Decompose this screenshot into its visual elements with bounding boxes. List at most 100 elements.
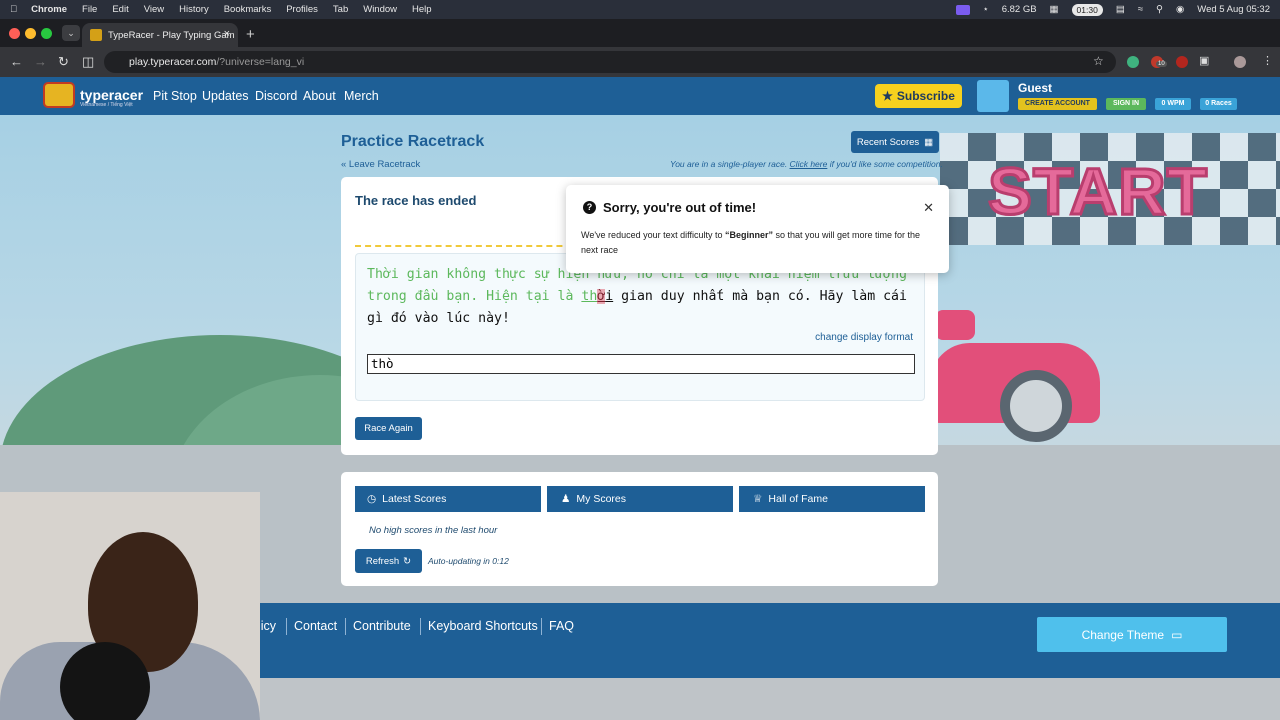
nav-pit-stop[interactable]: Pit Stop [153, 89, 197, 103]
control-center-icon[interactable]: ▤ [1116, 4, 1125, 15]
recent-scores-label: Recent Scores [856, 136, 920, 148]
search-icon[interactable]: ⚲ [1156, 4, 1163, 15]
nav-updates[interactable]: Updates [202, 89, 249, 103]
popup-difficulty: “Beginner” [724, 230, 773, 240]
refresh-label: Refresh [365, 555, 400, 567]
footer-link-contact[interactable]: Contact [294, 619, 337, 633]
screen-record-icon[interactable] [955, 4, 970, 15]
subscribe-label: Subscribe [896, 89, 955, 103]
change-theme-button[interactable]: Change Theme ▭ [1037, 617, 1227, 652]
footer-link-keyboard-shortcuts[interactable]: Keyboard Shortcuts [428, 619, 538, 633]
menu-tab[interactable]: Tab [333, 4, 348, 15]
wpm-badge: 0 WPM [1155, 98, 1191, 110]
change-display-format-link[interactable]: change display format [815, 332, 913, 343]
sidebar-icon[interactable]: ◫ [82, 54, 94, 70]
close-icon[interactable]: ✕ [923, 200, 934, 216]
display-icon[interactable]: ▦ [1050, 4, 1059, 15]
menu-help[interactable]: Help [412, 4, 432, 15]
footer-separator [345, 618, 346, 635]
close-window-icon[interactable] [9, 28, 20, 39]
nav-about[interactable]: About [303, 89, 336, 103]
maximize-window-icon[interactable] [41, 28, 52, 39]
click-here-link[interactable]: Click here [790, 159, 828, 169]
footer-link-faq[interactable]: FAQ [549, 619, 574, 633]
race-status: The race has ended [355, 193, 477, 208]
browser-toolbar: ← → ↻ ◫ play.typeracer.com/?universe=lan… [0, 47, 1280, 77]
browser-tab-typeracer[interactable]: TypeRacer - Play Typing Gam × [82, 23, 238, 47]
menu-history[interactable]: History [179, 4, 209, 15]
monitor-icon: ▭ [1171, 627, 1183, 642]
tab-hall-of-fame-label: Hall of Fame [768, 493, 828, 505]
refresh-icon: ↻ [403, 555, 412, 567]
extension-badge-count: 10 [1156, 61, 1167, 67]
race-again-button[interactable]: Race Again [355, 417, 422, 440]
grammarly-extension-icon[interactable] [1127, 56, 1139, 68]
no-scores-message: No high scores in the last hour [369, 525, 498, 536]
new-tab-icon[interactable]: + [246, 26, 255, 43]
menu-file[interactable]: File [82, 4, 97, 15]
nav-discord[interactable]: Discord [255, 89, 297, 103]
forward-icon[interactable]: → [34, 54, 47, 69]
menu-app-chrome[interactable]: Chrome [31, 4, 67, 15]
typing-input[interactable]: thò [367, 354, 915, 374]
race-passage: Thời gian không thực sự hiện hữu, nó chỉ… [367, 264, 917, 330]
create-account-button[interactable]: CREATE ACCOUNT [1018, 98, 1097, 110]
popup-title: Sorry, you're out of time! [603, 200, 757, 215]
menu-profiles[interactable]: Profiles [286, 4, 318, 15]
tab-title: TypeRacer - Play Typing Gam [108, 29, 235, 41]
address-bar[interactable]: play.typeracer.com/?universe=lang_vi [104, 51, 1116, 73]
page-title: Practice Racetrack [341, 133, 485, 150]
site-header: typeracer Vietnamese / Tiếng Việt Pit St… [0, 77, 1280, 115]
logo-text[interactable]: typeracer [80, 87, 143, 103]
close-tab-icon[interactable]: × [224, 28, 230, 40]
profile-avatar-icon[interactable] [1234, 56, 1246, 68]
tab-my-scores[interactable]: ♟ My Scores [547, 486, 733, 512]
clock-icon: ◷ [367, 493, 377, 505]
current-word-typed: th [581, 289, 598, 304]
reload-icon[interactable]: ↻ [58, 54, 69, 70]
menu-view[interactable]: View [144, 4, 164, 15]
menu-bookmarks[interactable]: Bookmarks [224, 4, 272, 15]
auto-update-countdown: Auto-updating in 0:12 [428, 556, 509, 566]
footer-link-contribute[interactable]: Contribute [353, 619, 411, 633]
menu-edit[interactable]: Edit [112, 4, 128, 15]
bookmark-star-icon[interactable]: ☆ [1093, 54, 1104, 68]
datetime-readout[interactable]: Wed 5 Aug 05:32 [1197, 4, 1270, 15]
tab-search-chevron-icon[interactable]: ⌄ [62, 25, 80, 41]
minimize-window-icon[interactable] [25, 28, 36, 39]
single-player-text: You are in a single-player race. [670, 159, 790, 169]
back-icon[interactable]: ← [10, 54, 23, 69]
nav-merch[interactable]: Merch [344, 89, 379, 103]
trophy-icon: ♕ [753, 493, 763, 505]
macos-menu-bar:  Chrome File Edit View History Bookmark… [0, 0, 1280, 19]
tab-latest-scores-label: Latest Scores [382, 493, 447, 505]
browser-menu-icon[interactable]: ⋮ [1262, 54, 1273, 67]
leave-racetrack-link[interactable]: « Leave Racetrack [341, 159, 420, 170]
tab-latest-scores[interactable]: ◷ Latest Scores [355, 486, 541, 512]
footer-link-privacy-policy[interactable]: licy [258, 619, 276, 633]
footer-separator [541, 618, 542, 635]
guest-avatar-icon[interactable] [977, 80, 1009, 112]
apple-icon[interactable]:  [10, 4, 17, 15]
refresh-button[interactable]: Refresh ↻ [355, 549, 422, 573]
guest-username[interactable]: Guest [1018, 81, 1052, 95]
popup-message: We've reduced your text difficulty to “B… [581, 228, 936, 258]
subscribe-button[interactable]: ★ Subscribe [875, 84, 962, 108]
typeracer-favicon-icon [90, 29, 102, 41]
sign-in-button[interactable]: SIGN IN [1106, 98, 1146, 110]
menu-window[interactable]: Window [363, 4, 397, 15]
extensions-puzzle-icon[interactable]: ▣ [1199, 54, 1209, 67]
start-sign: START [986, 153, 1209, 230]
record-extension-icon[interactable] [1176, 56, 1188, 68]
memory-readout[interactable]: 6.82 GB [1002, 4, 1037, 15]
url-path: /?universe=lang_vi [216, 56, 305, 68]
bluetooth-icon[interactable]: ⋆ [983, 4, 989, 15]
tab-hall-of-fame[interactable]: ♕ Hall of Fame [739, 486, 925, 512]
user-switch-icon[interactable]: ◉ [1176, 4, 1184, 15]
browser-tab-strip: ⌄ TypeRacer - Play Typing Gam × + [0, 19, 1280, 47]
wifi-icon[interactable]: ≈ [1138, 4, 1143, 15]
recent-scores-button[interactable]: Recent Scores ▦ [851, 131, 939, 153]
timer-readout[interactable]: 01:30 [1071, 3, 1103, 16]
single-player-text-end: if you'd like some competition. [827, 159, 943, 169]
typeracer-logo-icon[interactable] [43, 82, 75, 108]
